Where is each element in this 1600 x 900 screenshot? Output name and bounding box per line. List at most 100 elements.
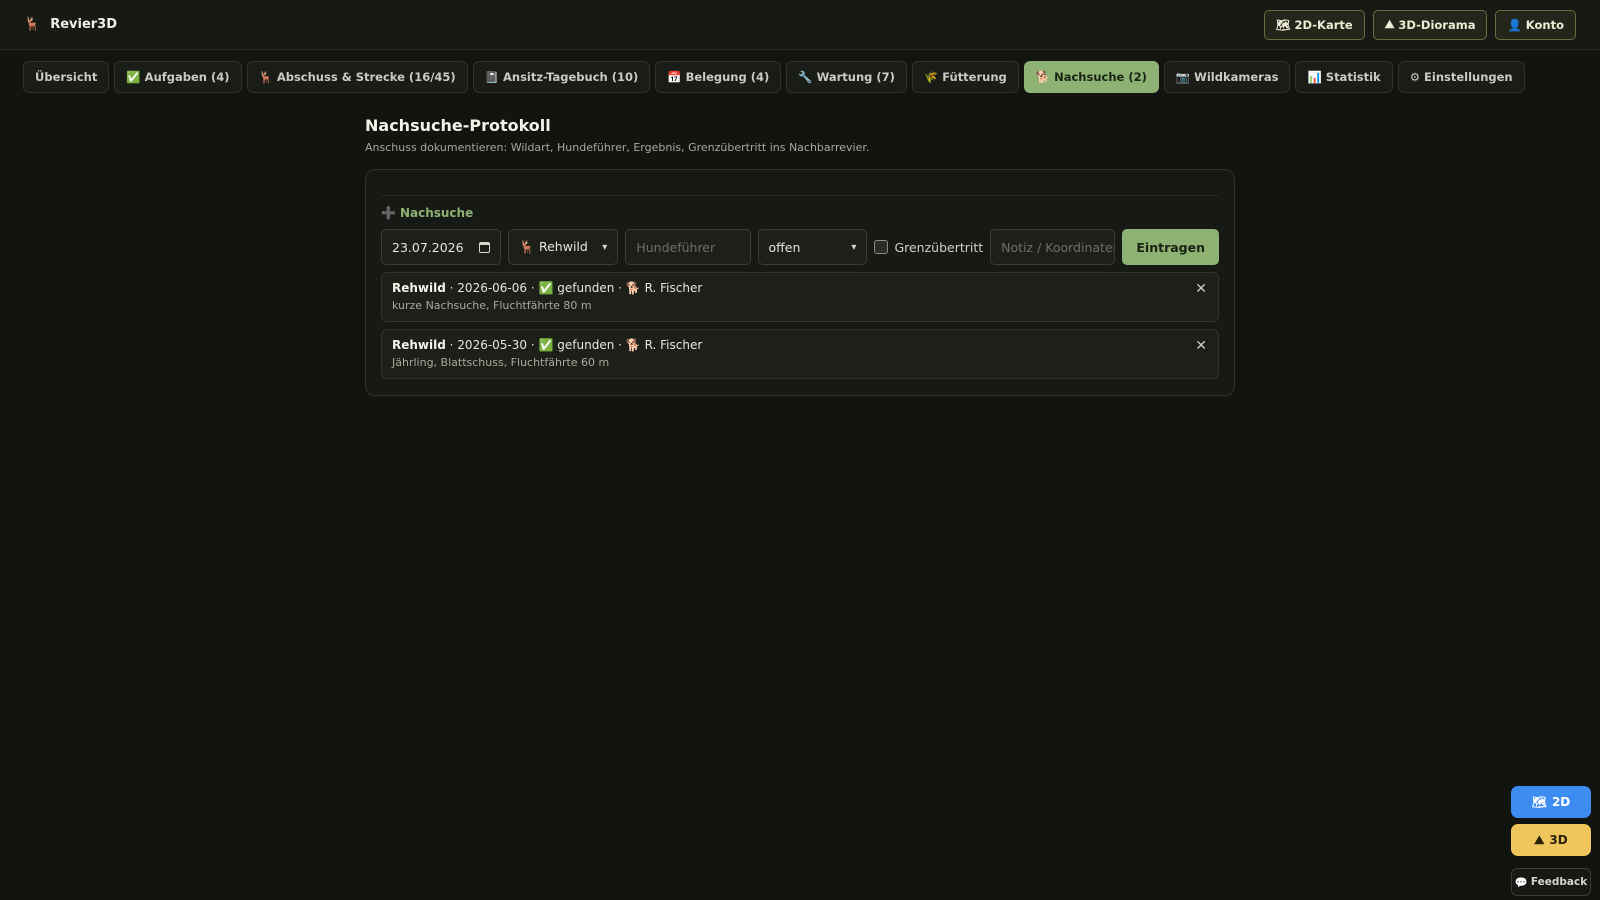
- account-button[interactable]: 👤 Konto: [1495, 9, 1576, 40]
- view-2d-label: 2D: [1551, 795, 1571, 809]
- map-icon: 🗺: [1275, 17, 1291, 32]
- tab-settings-label: Einstellungen: [1424, 70, 1513, 84]
- tracking-card: ➕ Nachsuche 23.07.2026 🦌 Rehwild ▾ Hunde…: [365, 169, 1235, 396]
- date-value: 23.07.2026: [392, 239, 464, 255]
- view-3d-label: 3D: [1549, 833, 1568, 847]
- tab-feeding[interactable]: 🌾 Fütterung: [911, 61, 1019, 93]
- map-2d-button[interactable]: 🗺 2D-Karte: [1263, 9, 1365, 40]
- app-name: Revier3D: [50, 17, 118, 32]
- brand[interactable]: 🦌 Revier3D: [24, 17, 117, 32]
- border-crossing-checkbox-wrap[interactable]: Grenzübertritt: [874, 240, 983, 255]
- tab-bar: Übersicht ✅ Aufgaben (4) 🦌 Abschuss & St…: [0, 50, 1600, 104]
- user-icon: 👤: [1507, 17, 1522, 32]
- feedback-button[interactable]: 💬 Feedback: [1511, 868, 1591, 896]
- tab-statistics[interactable]: 📊 Statistik: [1295, 61, 1393, 93]
- dog-handler-input[interactable]: Hundeführer: [625, 229, 751, 265]
- check-icon: ✅: [538, 281, 554, 295]
- chevron-down-icon: ▾: [851, 241, 857, 253]
- tab-tasks-label: Aufgaben (4): [144, 70, 230, 84]
- entry-species: Rehwild: [392, 338, 446, 352]
- account-label: Konto: [1525, 17, 1564, 32]
- entry-handler: R. Fischer: [644, 338, 703, 352]
- camera-icon: 📷: [1175, 70, 1191, 84]
- tab-overview-label: Übersicht: [35, 70, 98, 84]
- feedback-label: Feedback: [1530, 876, 1588, 888]
- game-species-select[interactable]: 🦌 Rehwild ▾: [508, 229, 619, 265]
- view-3d-button[interactable]: ⛰ 3D: [1511, 824, 1591, 856]
- deer-logo-icon: 🦌: [24, 17, 41, 32]
- page-title: Nachsuche-Protokoll: [365, 116, 551, 135]
- dog-icon: 🐕: [1035, 70, 1051, 84]
- tab-harvest-label: Abschuss & Strecke (16/45): [276, 70, 456, 84]
- entry-result: gefunden: [557, 281, 615, 295]
- note-coordinates-input[interactable]: Notiz / Koordinaten: [990, 229, 1116, 265]
- tab-wildcams-label: Wildkameras: [1194, 70, 1279, 84]
- entry-summary: Rehwild · 2026-05-30 · ✅ gefunden · 🐕 R.…: [392, 338, 703, 352]
- top-bar: 🦌 Revier3D 🗺 2D-Karte ⛰ 3D-Diorama 👤 Kon…: [0, 0, 1600, 50]
- check-icon: ✅: [538, 338, 554, 352]
- tab-diary[interactable]: 📓 Ansitz-Tagebuch (10): [472, 61, 651, 93]
- dog-icon: 🐕: [625, 338, 641, 352]
- gear-icon: ⚙: [1409, 70, 1421, 84]
- submit-button[interactable]: Eintragen: [1122, 229, 1219, 265]
- entry-species: Rehwild: [392, 281, 446, 295]
- chevron-down-icon: ▾: [602, 241, 608, 253]
- plus-icon: ➕: [381, 206, 396, 220]
- date-input[interactable]: 23.07.2026: [381, 229, 502, 265]
- status-select[interactable]: offen ▾: [757, 229, 868, 265]
- tab-feeding-label: Fütterung: [942, 70, 1007, 84]
- map-icon: 🗺: [1531, 795, 1547, 809]
- new-tracking-label: Nachsuche: [399, 206, 474, 220]
- tab-maintenance-label: Wartung (7): [816, 70, 895, 84]
- speech-bubble-icon: 💬: [1514, 876, 1528, 889]
- page-subtitle: Anschuss dokumentieren: Wildart, Hundefü…: [365, 141, 870, 154]
- card-divider: [381, 195, 1219, 196]
- notebook-icon: 📓: [484, 70, 499, 84]
- tracking-form: 23.07.2026 🦌 Rehwild ▾ Hundeführer offen…: [381, 229, 1219, 265]
- view-2d-button[interactable]: 🗺 2D: [1511, 786, 1591, 818]
- tab-maintenance[interactable]: 🔧 Wartung (7): [786, 61, 907, 93]
- border-crossing-checkbox[interactable]: [874, 240, 889, 254]
- border-crossing-label: Grenzübertritt: [894, 239, 984, 255]
- tab-harvest[interactable]: 🦌 Abschuss & Strecke (16/45): [246, 61, 468, 93]
- dog-icon: 🐕: [625, 281, 641, 295]
- tab-statistics-label: Statistik: [1325, 70, 1381, 84]
- status-value: offen: [768, 239, 801, 255]
- top-actions: 🗺 2D-Karte ⛰ 3D-Diorama 👤 Konto: [1263, 9, 1576, 40]
- tab-wildcams[interactable]: 📷 Wildkameras: [1163, 61, 1291, 93]
- entry-date: 2026-05-30: [457, 338, 528, 352]
- tab-booking-label: Belegung (4): [685, 70, 770, 84]
- check-icon: ✅: [126, 70, 141, 84]
- wrench-icon: 🔧: [798, 70, 813, 84]
- deer-icon: 🦌: [519, 239, 535, 254]
- map-2d-label: 2D-Karte: [1294, 17, 1353, 32]
- list-item: Rehwild · 2026-05-30 · ✅ gefunden · 🐕 R.…: [381, 329, 1219, 379]
- deer-icon: 🦌: [258, 70, 273, 84]
- wheat-icon: 🌾: [923, 70, 939, 84]
- mountain-icon: ⛰: [1384, 17, 1395, 31]
- main-content: Nachsuche-Protokoll Anschuss dokumentier…: [365, 116, 1235, 396]
- tab-overview[interactable]: Übersicht: [23, 61, 110, 93]
- close-icon[interactable]: ✕: [1195, 338, 1207, 354]
- new-tracking-section-label: ➕ Nachsuche: [381, 206, 1219, 220]
- entry-date: 2026-06-06: [457, 281, 528, 295]
- diorama-3d-button[interactable]: ⛰ 3D-Diorama: [1372, 9, 1488, 40]
- game-species-value: 🦌 Rehwild: [519, 239, 587, 255]
- entry-result: gefunden: [557, 338, 615, 352]
- calendar-icon: 📅: [667, 70, 682, 84]
- calendar-picker-icon[interactable]: [479, 241, 491, 253]
- tab-settings[interactable]: ⚙ Einstellungen: [1397, 61, 1525, 93]
- entry-summary: Rehwild · 2026-06-06 · ✅ gefunden · 🐕 R.…: [392, 281, 703, 295]
- game-species-text: Rehwild: [538, 239, 588, 254]
- close-icon[interactable]: ✕: [1195, 281, 1207, 297]
- bar-chart-icon: 📊: [1307, 70, 1322, 84]
- diorama-3d-label: 3D-Diorama: [1398, 17, 1476, 32]
- view-switcher: 🗺 2D ⛰ 3D 💬 Feedback: [1511, 786, 1591, 896]
- tab-diary-label: Ansitz-Tagebuch (10): [502, 70, 639, 84]
- tab-tasks[interactable]: ✅ Aufgaben (4): [114, 61, 242, 93]
- entry-note: Jährling, Blattschuss, Fluchtfährte 60 m: [392, 356, 610, 369]
- tab-tracking[interactable]: 🐕 Nachsuche (2): [1023, 61, 1159, 93]
- entry-handler: R. Fischer: [644, 281, 703, 295]
- tab-booking[interactable]: 📅 Belegung (4): [655, 61, 782, 93]
- mountain-icon: ⛰: [1534, 832, 1545, 847]
